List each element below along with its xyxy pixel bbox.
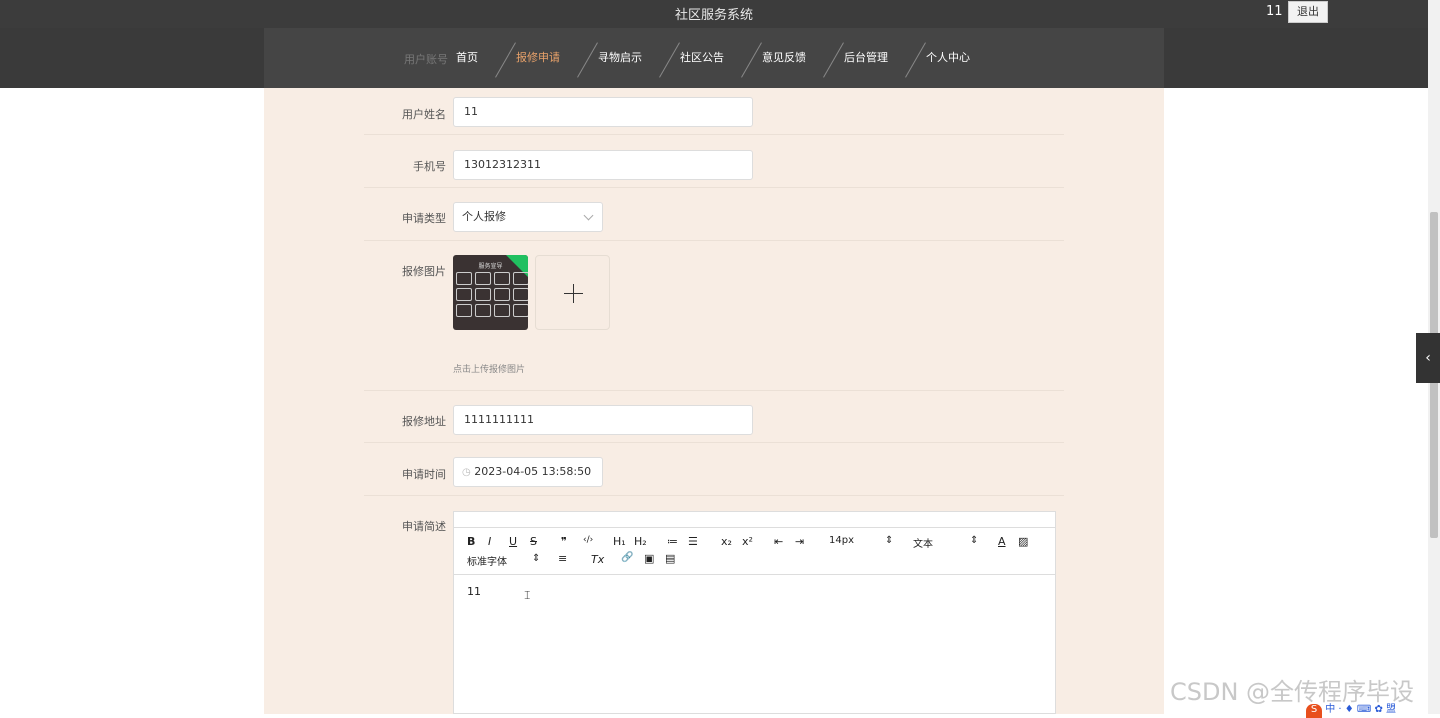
- form-row-name: 用户姓名 11: [364, 88, 1064, 135]
- indent-icon[interactable]: ⇥: [795, 535, 804, 548]
- font-size-arrow-icon: ⇕: [885, 535, 894, 546]
- nav-label: 意见反馈: [762, 51, 806, 64]
- top-bar: 社区服务系统 11 退出: [0, 0, 1428, 28]
- service-icon: [494, 304, 510, 317]
- quote-icon[interactable]: ❞: [561, 535, 567, 548]
- service-icon: [456, 272, 472, 285]
- phone-label: 手机号: [413, 160, 446, 173]
- nav-item-notice[interactable]: 社区公告: [664, 36, 762, 80]
- nav-label: 个人中心: [926, 51, 970, 64]
- video-icon[interactable]: ▤: [665, 552, 675, 565]
- address-label: 报修地址: [402, 415, 446, 428]
- service-icon: [475, 272, 491, 285]
- address-input[interactable]: 1111111111: [453, 405, 753, 435]
- time-value: 2023-04-05 13:58:50: [474, 465, 592, 478]
- text-cursor-icon: 𝙸: [523, 588, 532, 602]
- ordered-list-icon[interactable]: ≔: [667, 535, 678, 548]
- service-icon: [456, 288, 472, 301]
- form-row-time: 申请时间 ◷ 2023-04-05 13:58:50: [364, 443, 1064, 496]
- superscript-button[interactable]: x²: [742, 535, 753, 548]
- bold-button[interactable]: B: [467, 535, 475, 548]
- thumbnail-icon-grid: [456, 272, 528, 317]
- nav-label: 首页: [456, 51, 478, 64]
- outdent-icon[interactable]: ⇤: [774, 535, 783, 548]
- service-icon: [513, 288, 528, 301]
- h2-button[interactable]: H₂: [634, 535, 647, 548]
- image-icon[interactable]: ▣: [644, 552, 654, 565]
- bullet-list-icon[interactable]: ☰: [688, 535, 698, 548]
- italic-button[interactable]: I: [488, 535, 491, 548]
- align-icon[interactable]: ≡: [558, 552, 567, 565]
- text-color-icon[interactable]: A: [998, 535, 1006, 548]
- chevron-down-icon: [583, 210, 594, 221]
- font-family-select[interactable]: 标准字体: [467, 553, 507, 568]
- strike-button[interactable]: S: [530, 535, 537, 548]
- logout-button[interactable]: 退出: [1288, 1, 1328, 23]
- name-input[interactable]: 11: [453, 97, 753, 127]
- nav-item-profile[interactable]: 个人中心: [910, 36, 992, 80]
- editor-toolbar: B I U S ❞ ‹/› H₁ H₂ ≔ ☰ x₂ x² ⇤ ⇥ 14px ⇕…: [454, 527, 1055, 575]
- service-icon: [475, 288, 491, 301]
- current-user: 11: [1266, 4, 1283, 19]
- service-icon: [475, 304, 491, 317]
- type-select-value: 个人报修: [462, 210, 506, 223]
- nav-item-repair[interactable]: 报修申请: [500, 36, 598, 80]
- type-label: 申请类型: [402, 212, 446, 225]
- rich-text-editor: B I U S ❞ ‹/› H₁ H₂ ≔ ☰ x₂ x² ⇤ ⇥ 14px ⇕…: [453, 511, 1056, 714]
- nav-label: 寻物启示: [598, 51, 642, 64]
- editor-content[interactable]: 11: [467, 585, 481, 598]
- service-icon: [494, 272, 510, 285]
- upload-hint: 点击上传报修图片: [453, 365, 526, 375]
- service-icon: [456, 304, 472, 317]
- type-select[interactable]: 个人报修: [453, 202, 603, 232]
- time-input[interactable]: ◷ 2023-04-05 13:58:50: [453, 457, 603, 487]
- form-row-type: 申请类型 个人报修: [364, 188, 1064, 241]
- desc-label: 申请简述: [402, 520, 446, 533]
- chevron-left-icon: ‹: [1425, 350, 1431, 366]
- nav-label: 后台管理: [844, 51, 888, 64]
- service-icon: [513, 304, 528, 317]
- nav-item-home[interactable]: 首页: [440, 36, 516, 80]
- thumbnail-title: 服务宣导: [478, 263, 503, 270]
- link-icon[interactable]: 🔗: [621, 552, 633, 563]
- code-icon[interactable]: ‹/›: [583, 535, 593, 545]
- clear-format-icon[interactable]: Tx: [591, 553, 604, 566]
- name-label: 用户姓名: [402, 108, 446, 121]
- image-label: 报修图片: [402, 265, 446, 278]
- service-icon: [494, 288, 510, 301]
- side-collapse-button[interactable]: ‹: [1416, 333, 1440, 383]
- clock-icon: ◷: [462, 467, 471, 478]
- uploaded-image-thumbnail[interactable]: 服务宣导: [453, 255, 528, 330]
- form-row-phone: 手机号 13012312311: [364, 135, 1064, 188]
- app-title: 社区服务系统: [674, 8, 753, 23]
- nav-label: 报修申请: [516, 51, 560, 64]
- background-color-icon[interactable]: ▨: [1018, 535, 1028, 548]
- ime-status: 中 · ♦ ⌨ ✿ 盟: [1325, 704, 1397, 715]
- plus-icon: [573, 284, 574, 303]
- time-label: 申请时间: [402, 468, 446, 481]
- nav-item-feedback[interactable]: 意见反馈: [746, 36, 844, 80]
- main-nav: 首页 报修申请 寻物启示 社区公告 意见反馈 后台管理 个人中心: [440, 36, 992, 80]
- underline-button[interactable]: U: [509, 535, 517, 548]
- form-row-address: 报修地址 1111111111: [364, 391, 1064, 443]
- subscript-button[interactable]: x₂: [721, 535, 732, 548]
- header-arrow-icon: ⇕: [970, 535, 979, 546]
- nav-item-admin[interactable]: 后台管理: [828, 36, 926, 80]
- upload-button[interactable]: [535, 255, 610, 330]
- ime-toolbar[interactable]: S 中 · ♦ ⌨ ✿ 盟: [1306, 700, 1440, 718]
- nav-label: 社区公告: [680, 51, 724, 64]
- nav-item-lost-found[interactable]: 寻物启示: [582, 36, 680, 80]
- service-icon: [513, 272, 528, 285]
- header-select[interactable]: 文本: [913, 535, 933, 550]
- font-family-arrow-icon: ⇕: [532, 553, 541, 564]
- phone-input[interactable]: 13012312311: [453, 150, 753, 180]
- h1-button[interactable]: H₁: [613, 535, 626, 548]
- form-row-image: 报修图片 服务宣导 点击上传报修图片: [364, 241, 1064, 391]
- ime-logo: S: [1306, 704, 1322, 718]
- font-size-select[interactable]: 14px: [829, 535, 854, 546]
